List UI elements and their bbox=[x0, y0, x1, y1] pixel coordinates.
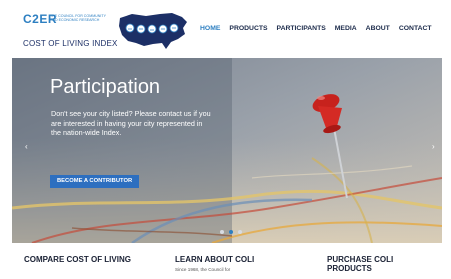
logo-product-name: COST OF LIVING INDEX bbox=[23, 39, 118, 48]
feature-columns: COMPARE COST OF LIVING LEARN ABOUT COLI … bbox=[0, 255, 451, 279]
feature-learn[interactable]: LEARN ABOUT COLI Since 1968, the Council… bbox=[175, 255, 285, 272]
feature-learn-text: Since 1968, the Council for bbox=[175, 267, 231, 272]
feature-learn-title: LEARN ABOUT COLI bbox=[175, 255, 255, 264]
nav-products[interactable]: PRODUCTS bbox=[229, 25, 267, 32]
site-header: C2ER THE COUNCIL FOR COMMUNITY AND ECONO… bbox=[0, 0, 451, 58]
hero-description: Don't see your city listed? Please conta… bbox=[51, 109, 211, 137]
main-nav: HOME PRODUCTS PARTICIPANTS MEDIA ABOUT C… bbox=[200, 25, 441, 32]
nav-media[interactable]: MEDIA bbox=[335, 25, 357, 32]
slider-dot-2[interactable] bbox=[229, 230, 233, 234]
site-logo[interactable]: C2ER THE COUNCIL FOR COMMUNITY AND ECONO… bbox=[20, 8, 190, 54]
logo-tagline: THE COUNCIL FOR COMMUNITY AND ECONOMIC R… bbox=[50, 14, 106, 23]
feature-compare-title: COMPARE COST OF LIVING bbox=[24, 255, 131, 264]
slider-prev-arrow-icon[interactable]: ‹ bbox=[25, 142, 28, 151]
slider-dot-1[interactable] bbox=[220, 230, 224, 234]
nav-participants[interactable]: PARTICIPANTS bbox=[277, 25, 326, 32]
slider-dots bbox=[220, 230, 242, 234]
become-contributor-button[interactable]: BECOME A CONTRIBUTOR bbox=[50, 175, 140, 188]
slider-next-arrow-icon[interactable]: › bbox=[432, 142, 435, 151]
us-map-logo-icon bbox=[119, 13, 187, 49]
hero-slider: Participation Don't see your city listed… bbox=[12, 58, 442, 243]
feature-purchase[interactable]: PURCHASE COLI PRODUCTS bbox=[327, 255, 437, 273]
hero-title: Participation bbox=[50, 76, 161, 98]
nav-about[interactable]: ABOUT bbox=[366, 25, 390, 32]
slider-dot-3[interactable] bbox=[238, 230, 242, 234]
feature-compare[interactable]: COMPARE COST OF LIVING bbox=[24, 255, 134, 264]
nav-contact[interactable]: CONTACT bbox=[399, 25, 432, 32]
nav-home[interactable]: HOME bbox=[200, 25, 220, 32]
feature-purchase-title: PURCHASE COLI PRODUCTS bbox=[327, 255, 394, 273]
